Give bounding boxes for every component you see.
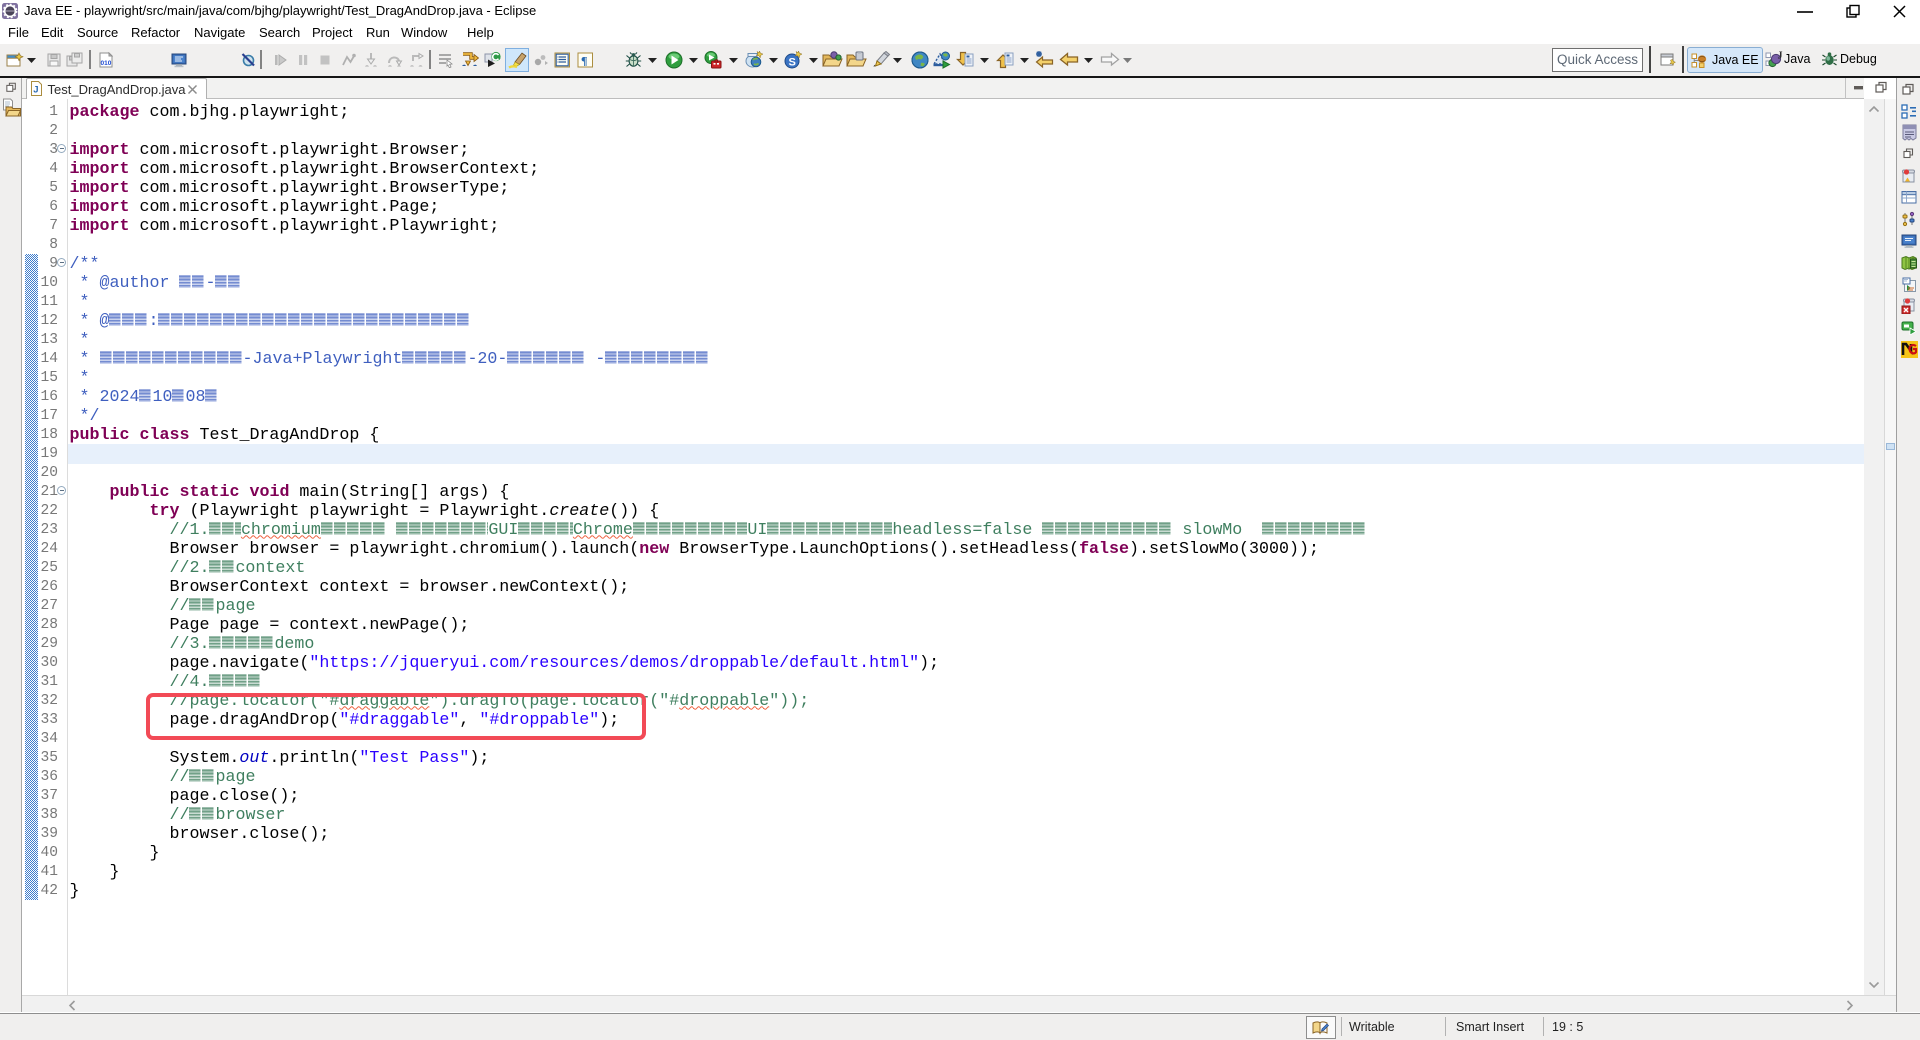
svg-text:J: J xyxy=(1778,51,1783,62)
svg-text:¶: ¶ xyxy=(581,54,587,68)
svg-text:J: J xyxy=(33,85,38,96)
svg-text:010: 010 xyxy=(101,60,112,67)
svg-text:S: S xyxy=(789,57,796,69)
